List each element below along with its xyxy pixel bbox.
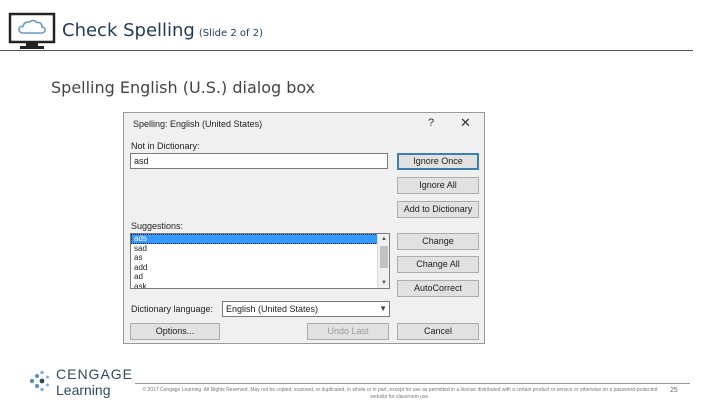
suggestion-item[interactable]: ask: [131, 282, 378, 288]
copyright-notice: © 2017 Cengage Learning. All Rights Rese…: [142, 387, 658, 400]
cancel-button[interactable]: Cancel: [397, 323, 479, 340]
close-icon[interactable]: ✕: [460, 115, 471, 131]
suggestions-items: ads sad as add ad ask: [131, 234, 378, 288]
cengage-logo: CENGAGE Learning: [28, 365, 132, 399]
suggestion-item[interactable]: ads: [131, 234, 378, 244]
logo-text-learning: Learning: [56, 382, 111, 398]
options-button[interactable]: Options...: [130, 323, 220, 340]
dictionary-language-label: Dictionary language:: [131, 304, 214, 314]
autocorrect-button[interactable]: AutoCorrect: [397, 280, 479, 297]
slide-title: Check Spelling (Slide 2 of 2): [62, 20, 263, 41]
page-number: 25: [670, 387, 678, 394]
dictionary-language-value: English (United States): [226, 304, 319, 314]
slide-title-text: Check Spelling: [62, 20, 195, 41]
suggestion-item[interactable]: add: [131, 263, 378, 273]
dictionary-language-select[interactable]: English (United States) ▼: [222, 301, 390, 317]
help-button[interactable]: ?: [428, 117, 434, 129]
change-button[interactable]: Change: [397, 233, 479, 250]
slide-subtitle: Spelling English (U.S.) dialog box: [51, 78, 316, 97]
add-to-dictionary-button[interactable]: Add to Dictionary: [397, 201, 479, 218]
slide-title-sub: (Slide 2 of 2): [198, 28, 263, 39]
ignore-all-button[interactable]: Ignore All: [397, 177, 479, 194]
monitor-cloud-icon: [8, 12, 56, 49]
scroll-up-icon[interactable]: ▲: [378, 234, 389, 244]
footer-divider: [135, 383, 690, 384]
suggestions-list[interactable]: ads sad as add ad ask ▲ ▼: [130, 233, 390, 289]
logo-text-cengage: CENGAGE: [56, 366, 134, 382]
change-all-button[interactable]: Change All: [397, 256, 479, 273]
not-in-dictionary-label: Not in Dictionary:: [131, 141, 200, 151]
chevron-down-icon: ▼: [379, 304, 387, 313]
not-in-dictionary-field[interactable]: asd: [130, 153, 388, 169]
suggestions-label: Suggestions:: [131, 221, 184, 231]
dialog-title: Spelling: English (United States): [133, 119, 263, 129]
scroll-thumb[interactable]: [380, 246, 388, 268]
scroll-down-icon[interactable]: ▼: [378, 278, 389, 288]
title-divider: [0, 50, 693, 51]
undo-last-button: Undo Last: [307, 323, 389, 340]
suggestion-item[interactable]: ad: [131, 272, 378, 282]
suggestions-scrollbar[interactable]: ▲ ▼: [377, 234, 389, 288]
suggestion-item[interactable]: as: [131, 253, 378, 263]
cengage-logo-icon: [29, 370, 49, 392]
suggestion-item[interactable]: sad: [131, 244, 378, 254]
ignore-once-button[interactable]: Ignore Once: [397, 153, 479, 170]
spelling-dialog: Spelling: English (United States) ? ✕ No…: [123, 112, 485, 344]
